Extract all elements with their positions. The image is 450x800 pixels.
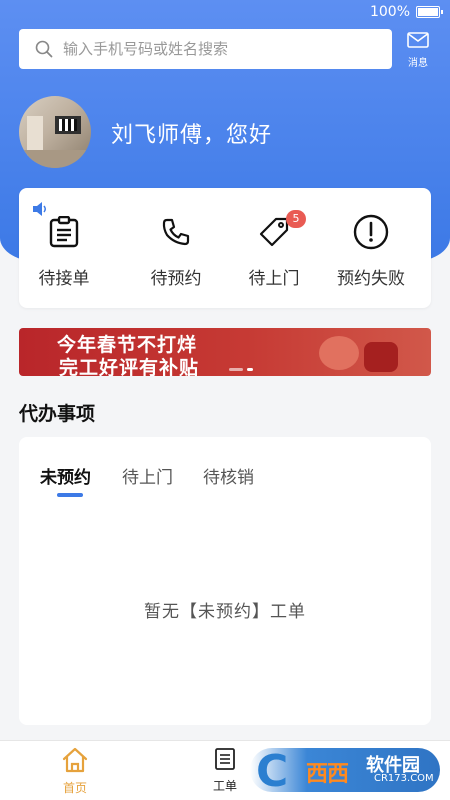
- nav-home[interactable]: 首页: [45, 747, 105, 796]
- lantern-decoration: [319, 336, 359, 370]
- action-label: 待预约: [150, 269, 202, 289]
- action-pending-appointment[interactable]: 待预约: [131, 212, 221, 289]
- nav-home-label: 首页: [62, 781, 87, 795]
- message-button[interactable]: 消息: [400, 32, 436, 69]
- todo-section-title: 代办事项: [19, 403, 96, 425]
- action-label: 预约失败: [337, 269, 405, 289]
- watermark-brand: 西西: [306, 762, 349, 787]
- battery-percent: 100%: [369, 4, 410, 20]
- watermark-logo: C 西西 软件园 CR173.COM: [250, 746, 440, 797]
- battery-icon: [416, 6, 443, 18]
- home-icon: [62, 747, 88, 773]
- clipboard-icon: [49, 216, 79, 248]
- nav-orders-label: 工单: [212, 779, 237, 793]
- status-bar: 100%: [0, 0, 450, 24]
- action-label: 待接单: [38, 269, 90, 289]
- tab-pending-verification[interactable]: 待核销: [203, 463, 254, 488]
- search-box[interactable]: [19, 29, 392, 69]
- list-icon: [215, 748, 235, 770]
- order-status-card: 待接单 待预约 5 待上门 预约失败: [19, 188, 431, 308]
- empty-state-text: 暂无【未预约】工单: [144, 602, 306, 622]
- watermark-url: CR173.COM: [374, 773, 434, 784]
- todo-card: 未预约 待上门 待核销 暂无【未预约】工单: [19, 437, 431, 725]
- search-icon: [35, 40, 53, 58]
- banner-line-2: 完工好评有补贴: [59, 357, 200, 376]
- avatar[interactable]: [19, 96, 91, 168]
- tab-unscheduled[interactable]: 未预约: [40, 463, 91, 488]
- promo-banner[interactable]: 今年春节不打烊 完工好评有补贴: [19, 328, 431, 376]
- banner-pagination: [229, 368, 253, 371]
- mail-icon: [407, 32, 429, 48]
- watermark-c-glyph: C: [256, 746, 289, 797]
- action-label: 待上门: [248, 269, 300, 289]
- active-tab-indicator: [57, 493, 83, 497]
- action-pending-accept[interactable]: 待接单: [19, 212, 109, 289]
- visit-count-badge: 5: [286, 210, 306, 228]
- action-pending-visit[interactable]: 5 待上门: [229, 210, 319, 289]
- nav-orders[interactable]: 工单: [195, 747, 255, 794]
- action-appointment-failed[interactable]: 预约失败: [326, 212, 416, 289]
- search-input[interactable]: [63, 40, 383, 58]
- alert-icon: [353, 214, 389, 250]
- tab-pending-visit[interactable]: 待上门: [122, 463, 173, 488]
- gift-decoration: [364, 342, 398, 372]
- greeting-text: 刘飞师傅，您好: [111, 123, 273, 148]
- phone-icon: [162, 218, 190, 246]
- message-label: 消息: [408, 58, 428, 69]
